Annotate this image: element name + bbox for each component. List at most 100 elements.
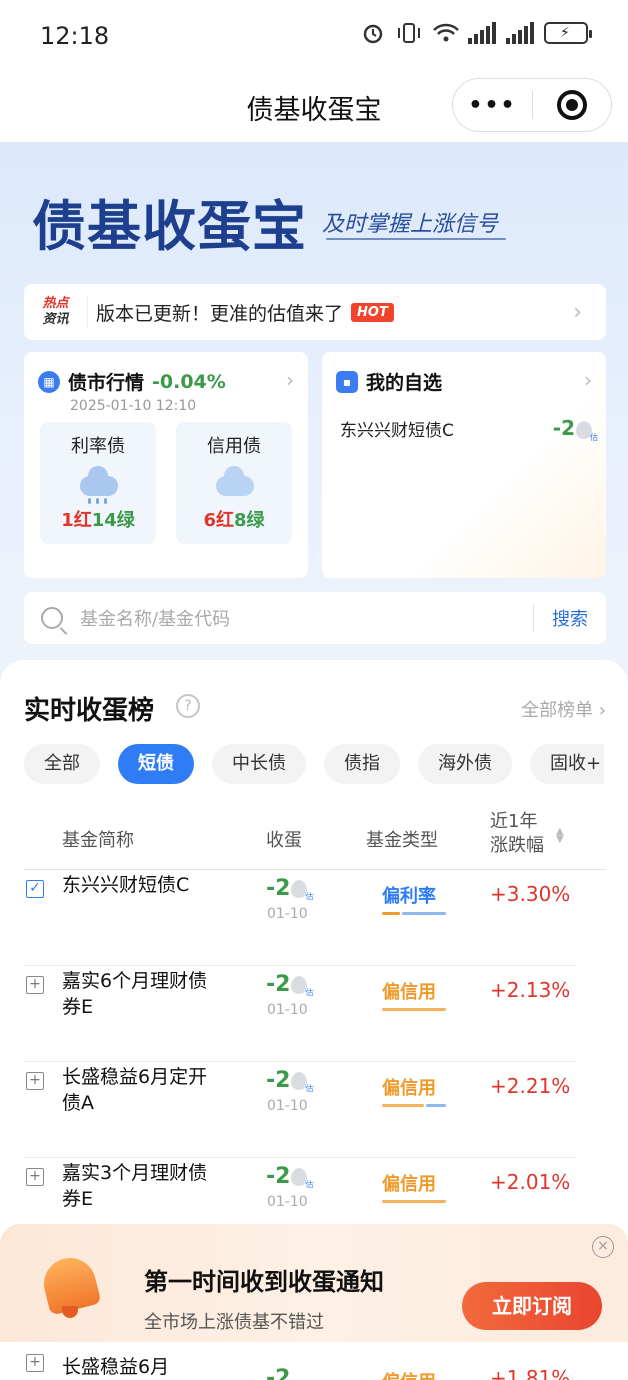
col-1y-change-l2: 涨跌幅 bbox=[490, 835, 544, 856]
table-row-partial[interactable]: + 长盛稳益6月 -2 偏信用 +1.81% bbox=[24, 1342, 606, 1380]
change-1y: +3.30% bbox=[490, 882, 571, 906]
rain-cloud-icon bbox=[76, 466, 120, 504]
egg-icon: 估 bbox=[291, 880, 313, 901]
egg-date: 01-10 bbox=[267, 1098, 308, 1114]
status-bar: 12:18 ⚡ bbox=[0, 0, 628, 72]
egg-value: -2 bbox=[266, 1366, 291, 1380]
search-button[interactable]: 搜索 bbox=[534, 605, 606, 631]
close-icon[interactable]: × bbox=[592, 1236, 614, 1258]
rate-bond-count: 1红14绿 bbox=[40, 506, 156, 532]
col-fund-name: 基金简称 bbox=[62, 830, 134, 851]
est-mark: 估 bbox=[305, 988, 314, 997]
cloud-icon bbox=[212, 466, 256, 502]
egg-date: 01-10 bbox=[267, 1002, 308, 1018]
more-button[interactable]: ••• bbox=[453, 93, 532, 118]
table-row[interactable]: + 嘉实6个月理财债券E -2 估 01-10 偏信用 +2.13% bbox=[24, 966, 576, 1062]
tab-mid-long-bond[interactable]: 中长债 bbox=[212, 744, 306, 784]
type-bar bbox=[382, 1200, 446, 1203]
egg-icon: 估 bbox=[291, 976, 313, 997]
battery-icon: ⚡ bbox=[544, 22, 592, 44]
egg-value: -2 估 bbox=[266, 972, 313, 997]
ranking-title: 实时收蛋榜 bbox=[24, 696, 155, 726]
fund-type: 偏利率 bbox=[382, 886, 436, 907]
add-checkbox[interactable]: + bbox=[26, 1168, 44, 1186]
status-time: 12:18 bbox=[40, 22, 110, 50]
tab-all[interactable]: 全部 bbox=[24, 744, 100, 784]
table-row[interactable]: ✓ 东兴兴财短债C -2 估 01-10 偏利率 +3.30% bbox=[24, 870, 576, 966]
search-input[interactable]: 基金名称/基金代码 bbox=[80, 605, 533, 631]
watchlist-header: ▪ 我的自选 bbox=[336, 368, 442, 395]
rate-bond-card[interactable]: 利率债 1红14绿 bbox=[40, 422, 156, 544]
bell-icon bbox=[36, 1252, 106, 1322]
bond-market-card[interactable]: ▦ 债市行情 -0.04% › 2025-01-10 12:10 利率债 1红1… bbox=[24, 352, 308, 578]
checkbox-checked[interactable]: ✓ bbox=[26, 880, 44, 898]
est-mark: 估 bbox=[305, 892, 314, 901]
fund-name: 嘉实3个月理财债券E bbox=[62, 1162, 208, 1210]
hero-section: 债基收蛋宝 及时掌握上涨信号 热点 资讯 版本已更新！更准的估值来了 HOT ›… bbox=[0, 142, 628, 682]
egg-icon: 估 bbox=[291, 1072, 313, 1093]
add-checkbox[interactable]: + bbox=[26, 976, 44, 994]
bond-market-header: ▦ 债市行情 -0.04% bbox=[38, 368, 226, 395]
tab-bond-index[interactable]: 债指 bbox=[324, 744, 400, 784]
credit-bond-count: 6红8绿 bbox=[176, 506, 292, 532]
egg-value-text: -2 bbox=[266, 876, 291, 901]
table-header: 基金简称 收蛋 基金类型 近1年 涨跌幅 ▲ ▼ bbox=[24, 806, 606, 870]
egg-value-text: -2 bbox=[266, 1068, 291, 1093]
bond-market-datetime: 2025-01-10 12:10 bbox=[70, 398, 197, 414]
subscribe-banner: 第一时间收到收蛋通知 全市场上涨债基不错过 立即订阅 × bbox=[0, 1224, 628, 1342]
watchlist-value-text: -2 bbox=[552, 416, 575, 440]
search-bar[interactable]: 基金名称/基金代码 搜索 bbox=[24, 592, 606, 644]
type-bar bbox=[382, 1008, 446, 1011]
fund-list: ✓ 东兴兴财短债C -2 估 01-10 偏利率 +3.30% + 嘉实6个月理财… bbox=[24, 870, 576, 1254]
chevron-right-icon: › bbox=[584, 368, 592, 392]
news-notice[interactable]: 热点 资讯 版本已更新！更准的估值来了 HOT › bbox=[24, 284, 606, 340]
target-icon bbox=[556, 90, 587, 120]
credit-bond-green: 8绿 bbox=[234, 510, 265, 531]
notice-text: 版本已更新！更准的估值来了 bbox=[96, 302, 344, 325]
rate-bond-label: 利率债 bbox=[71, 436, 125, 457]
fund-type: 偏信用 bbox=[382, 1078, 436, 1099]
egg-value: -2 估 bbox=[266, 1164, 313, 1189]
news-tag-bottom: 资讯 bbox=[42, 312, 69, 327]
col-1y-change[interactable]: 近1年 涨跌幅 bbox=[490, 810, 544, 858]
help-icon[interactable]: ? bbox=[176, 694, 200, 718]
tab-short-bond[interactable]: 短债 bbox=[118, 744, 194, 784]
change-1y: +1.81% bbox=[490, 1366, 571, 1380]
slogan-underline bbox=[326, 238, 506, 240]
all-rankings-link[interactable]: 全部榜单 › bbox=[521, 696, 606, 722]
fund-name: 长盛稳益6月 bbox=[62, 1356, 170, 1378]
fund-name: 东兴兴财短债C bbox=[62, 874, 190, 896]
subscribe-button[interactable]: 立即订阅 bbox=[462, 1282, 602, 1330]
est-mark: 估 bbox=[590, 432, 598, 442]
rate-bond-red: 1红 bbox=[61, 510, 92, 531]
credit-bond-red: 6红 bbox=[203, 510, 234, 531]
bookmark-icon: ▪ bbox=[336, 370, 358, 393]
watchlist-item[interactable]: 东兴兴财短债C -2 估 bbox=[340, 416, 598, 442]
rate-bond-green: 14绿 bbox=[91, 510, 135, 531]
status-icons: ⚡ bbox=[360, 22, 592, 44]
search-icon bbox=[24, 607, 80, 629]
chevron-right-icon: › bbox=[286, 368, 294, 392]
table-row[interactable]: + 长盛稳益6月定开债A -2 估 01-10 偏信用 +2.21% bbox=[24, 1062, 576, 1158]
watchlist-card[interactable]: ▪ 我的自选 › 东兴兴财短债C -2 估 bbox=[322, 352, 606, 578]
egg-icon: 估 bbox=[291, 1168, 313, 1189]
vibrate-icon bbox=[396, 22, 422, 44]
egg-value-text: -2 bbox=[266, 1164, 291, 1189]
egg-date: 01-10 bbox=[267, 1194, 308, 1210]
egg-value: -2 估 bbox=[266, 1068, 313, 1093]
col-egg: 收蛋 bbox=[266, 830, 302, 851]
add-checkbox[interactable]: + bbox=[26, 1072, 44, 1090]
credit-bond-card[interactable]: 信用债 6红8绿 bbox=[176, 422, 292, 544]
fund-type: 偏信用 bbox=[382, 1174, 436, 1195]
close-mini-program-button[interactable] bbox=[533, 90, 611, 120]
type-bar bbox=[382, 1104, 446, 1107]
sort-icon[interactable]: ▲ ▼ bbox=[556, 827, 564, 845]
fund-name: 嘉实6个月理财债券E bbox=[62, 970, 208, 1018]
tab-fixed-income-plus[interactable]: 固收+ bbox=[530, 744, 604, 784]
type-bar bbox=[382, 912, 446, 915]
tab-overseas-bond[interactable]: 海外债 bbox=[418, 744, 512, 784]
title-bar: 债基收蛋宝 ••• bbox=[0, 72, 628, 142]
change-1y: +2.21% bbox=[490, 1074, 571, 1098]
add-checkbox[interactable]: + bbox=[26, 1354, 44, 1372]
fund-name: 长盛稳益6月定开债A bbox=[62, 1066, 208, 1114]
